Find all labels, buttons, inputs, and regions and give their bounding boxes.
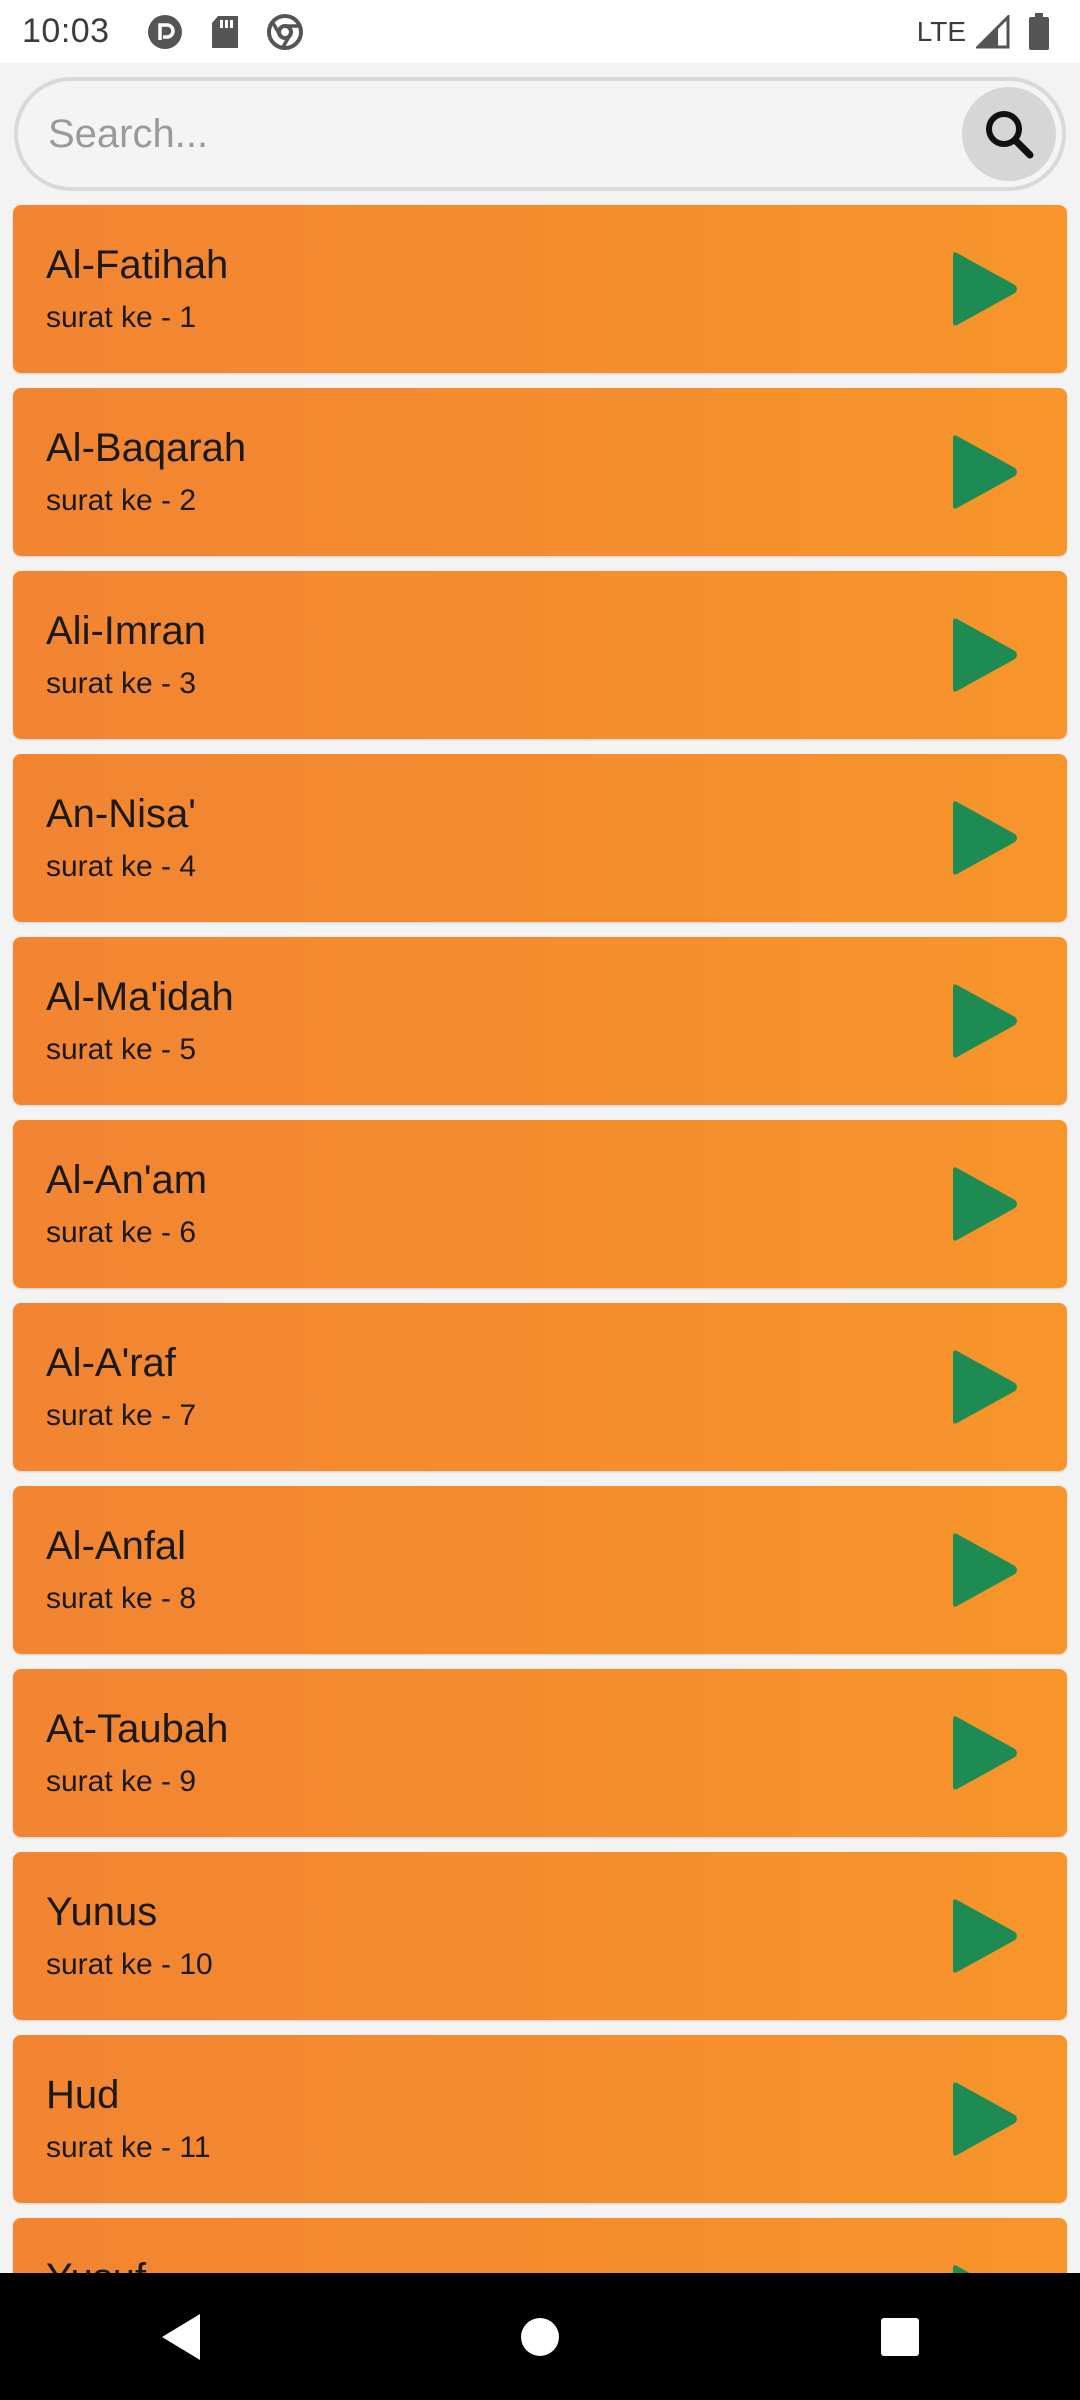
play-icon[interactable] [949,251,1019,327]
back-button[interactable] [150,2307,210,2367]
play-icon[interactable] [949,2264,1019,2273]
surah-name: Al-Baqarah [46,426,247,470]
play-icon[interactable] [949,800,1019,876]
surah-card[interactable]: Al-A'raf surat ke - 7 [13,1303,1067,1471]
sd-card-icon [206,13,244,51]
surah-card[interactable]: An-Nisa' surat ke - 4 [13,754,1067,922]
play-icon[interactable] [949,983,1019,1059]
surah-card[interactable]: Ali-Imran surat ke - 3 [13,571,1067,739]
surah-name: Al-An'am [46,1158,208,1202]
surah-number: surat ke - 11 [46,2131,211,2164]
surah-number: surat ke - 10 [46,1948,213,1981]
play-icon[interactable] [949,434,1019,510]
surah-card[interactable]: At-Taubah surat ke - 9 [13,1669,1067,1837]
home-icon [521,2317,559,2356]
status-bar: 10:03 LTE [0,0,1080,63]
surah-card[interactable]: Al-Ma'idah surat ke - 5 [13,937,1067,1105]
surah-name: Al-A'raf [46,1341,176,1385]
surah-name: Al-Fatihah [46,243,229,287]
surah-number: surat ke - 1 [46,301,197,334]
surah-card[interactable]: Hud surat ke - 11 [13,2035,1067,2203]
surah-number: surat ke - 5 [46,1033,197,1066]
search-button[interactable] [962,87,1056,181]
surah-name: Yunus [46,1890,158,1934]
network-type: LTE [916,15,966,47]
surah-name: Hud [46,2073,120,2117]
pocket-casts-icon [146,13,184,51]
back-icon [162,2313,200,2360]
surah-number: surat ke - 8 [46,1582,197,1615]
battery-icon [1020,12,1058,51]
play-icon[interactable] [949,2081,1019,2157]
surah-number: surat ke - 4 [46,850,197,883]
search-bar [14,77,1066,191]
play-icon[interactable] [949,1715,1019,1791]
surah-card[interactable]: Yunus surat ke - 10 [13,1852,1067,2020]
status-time: 10:03 [22,12,110,50]
surah-number: surat ke - 6 [46,1216,197,1249]
surah-name: Yusuf [46,2256,146,2273]
surah-name: At-Taubah [46,1707,229,1751]
surah-card[interactable]: Al-Fatihah surat ke - 1 [13,205,1067,373]
chrome-icon [266,13,304,51]
surah-number: surat ke - 9 [46,1765,197,1798]
surah-list: Al-Fatihah surat ke - 1 Al-Baqarah surat ke… [13,205,1067,2273]
play-icon[interactable] [949,1349,1019,1425]
play-icon[interactable] [949,617,1019,693]
recents-icon [881,2317,919,2356]
surah-number: surat ke - 7 [46,1399,197,1432]
navigation-bar [0,2273,1080,2400]
surah-card[interactable]: Yusufsurat ke - 12 [13,2218,1067,2273]
search-input[interactable] [18,81,962,187]
surah-number: surat ke - 3 [46,667,197,700]
surah-name: Al-Ma'idah [46,975,234,1019]
surah-card[interactable]: Al-Baqarah surat ke - 2 [13,388,1067,556]
home-button[interactable] [510,2307,570,2367]
play-icon[interactable] [949,1898,1019,1974]
play-icon[interactable] [949,1532,1019,1608]
surah-name: An-Nisa' [46,792,196,836]
recents-button[interactable] [870,2307,930,2367]
surah-card[interactable]: Al-Anfal surat ke - 8 [13,1486,1067,1654]
signal-icon [974,13,1012,51]
surah-name: Al-Anfal [46,1524,187,1568]
surah-card[interactable]: Al-An'am surat ke - 6 [13,1120,1067,1288]
surah-number: surat ke - 2 [46,484,197,517]
play-icon[interactable] [949,1166,1019,1242]
search-icon [986,111,1034,159]
surah-name: Ali-Imran [46,609,207,653]
main-content: Al-Fatihah surat ke - 1 Al-Baqarah surat ke… [0,63,1080,2273]
